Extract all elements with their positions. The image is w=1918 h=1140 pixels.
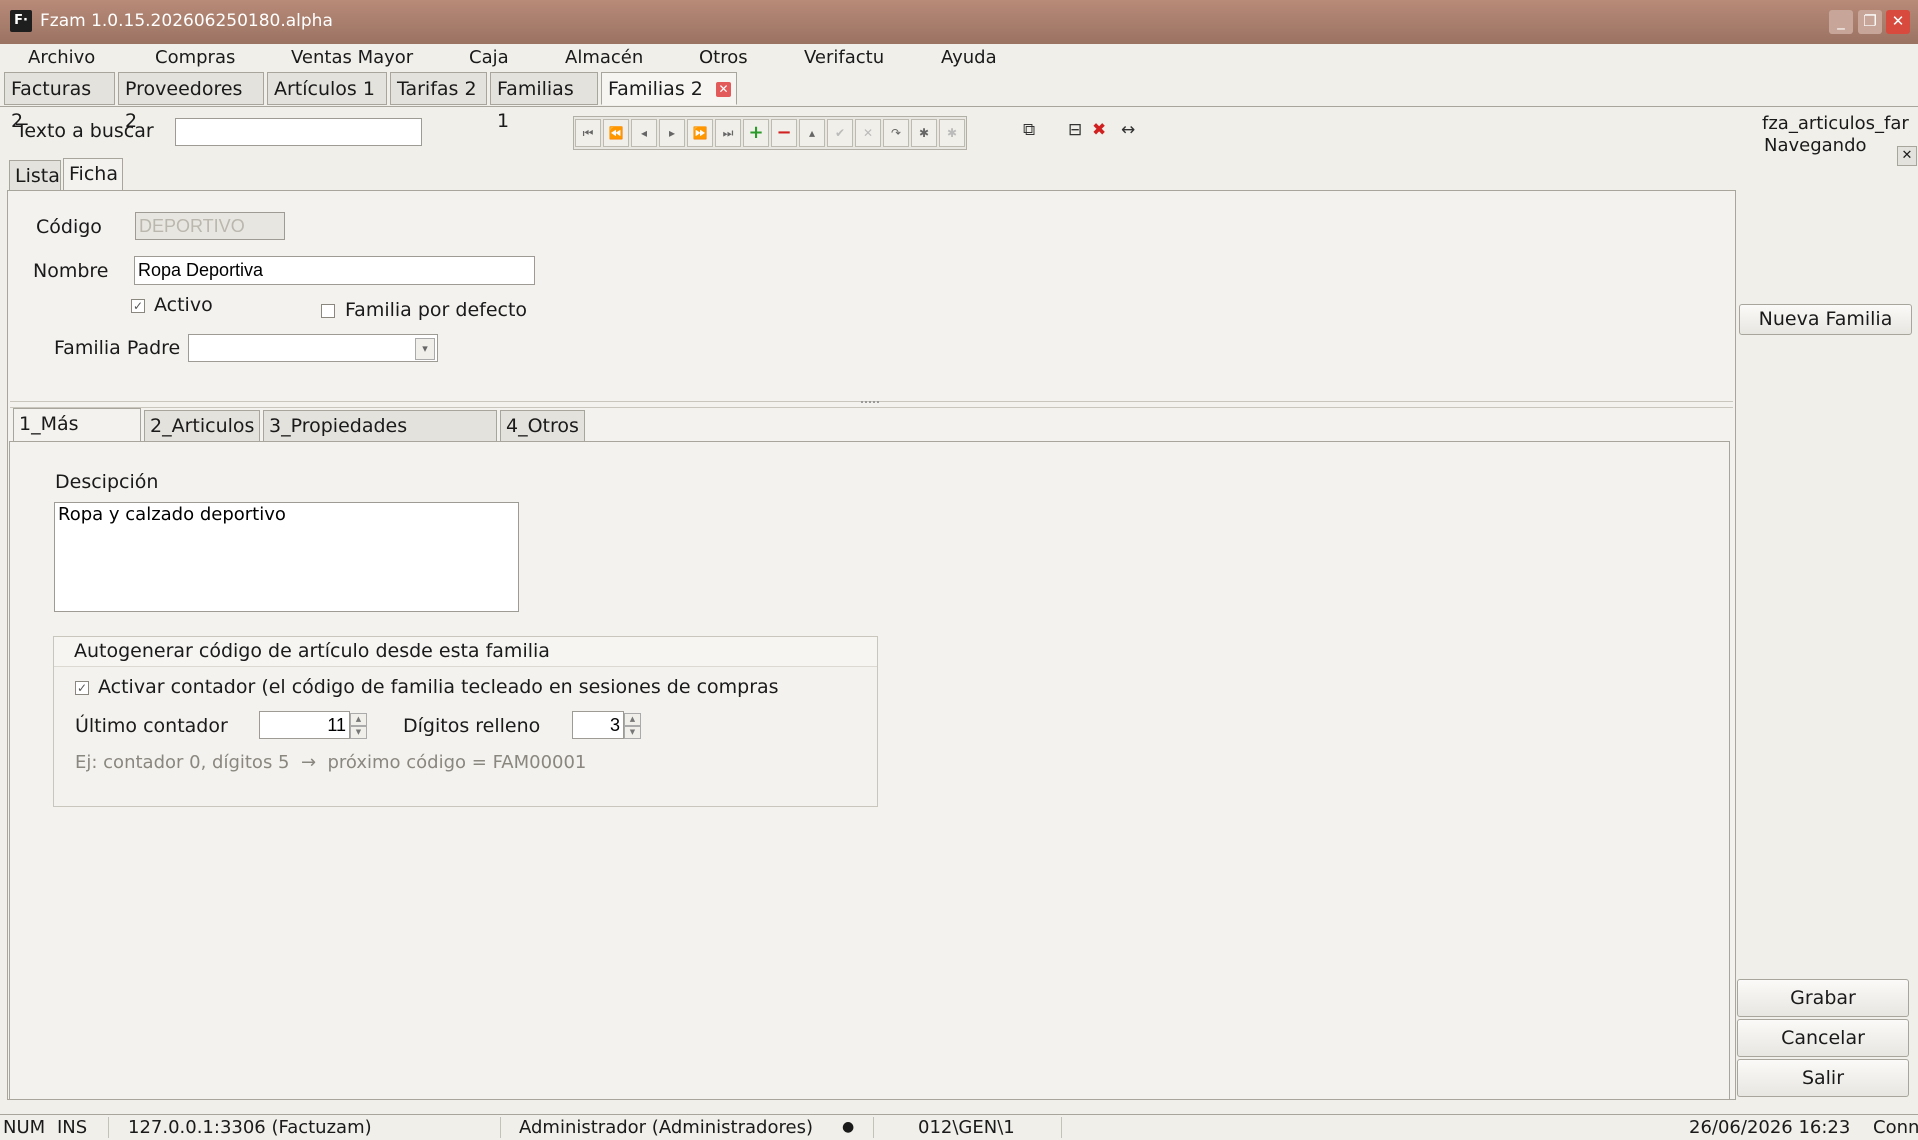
search-label: Texto a buscar [16, 120, 154, 142]
familia-padre-select[interactable]: ▾ [188, 334, 438, 362]
spin-down-icon[interactable]: ▼ [624, 726, 641, 739]
save-layout-icon[interactable]: ⊟ [1068, 120, 1082, 140]
close-window-button[interactable]: ✕ [1886, 10, 1910, 34]
ultimo-contador-input[interactable] [259, 711, 350, 739]
server-info: 127.0.0.1:3306 (Factuzam) [128, 1117, 372, 1138]
salir-button[interactable]: Salir [1737, 1059, 1909, 1097]
digitos-relleno-input[interactable] [572, 711, 624, 739]
user-status-icon: ● [842, 1119, 855, 1135]
descripcion-textarea[interactable]: Ropa y calzado deportivo [54, 502, 519, 612]
delete-record-button[interactable]: − [771, 119, 797, 147]
path-info: 012\GEN\1 [918, 1117, 1015, 1138]
tab-otros[interactable]: 4_Otros [500, 410, 585, 441]
tab-familias-2-label: Familias 2 [608, 78, 703, 100]
refresh-button[interactable]: ↷ [883, 119, 909, 147]
menu-ayuda[interactable]: Ayuda [941, 47, 997, 68]
menu-caja[interactable]: Caja [469, 47, 509, 68]
ejemplo-hint: Ej: contador 0, dígitos 5 → próximo códi… [75, 752, 587, 773]
menu-otros[interactable]: Otros [699, 47, 748, 68]
menu-almacen[interactable]: Almacén [565, 47, 643, 68]
menu-verifactu[interactable]: Verifactu [804, 47, 884, 68]
first-record-button[interactable]: ⏮ [575, 119, 601, 147]
spin-up-icon[interactable]: ▲ [624, 713, 641, 726]
digitos-relleno-label: Dígitos relleno [403, 715, 541, 737]
edit-record-button[interactable]: ▴ [799, 119, 825, 147]
user-info: Administrador (Administradores) [519, 1117, 813, 1138]
window-title: Fzam 1.0.15.202606250180.alpha [40, 11, 333, 31]
digitos-relleno-stepper[interactable]: ▲ ▼ [624, 713, 641, 739]
familia-padre-label: Familia Padre [54, 337, 181, 359]
activo-checkbox[interactable]: ✓ [131, 299, 145, 313]
prev-record-button[interactable]: ◂ [631, 119, 657, 147]
tab-mas-datos[interactable]: 1_Más Datos [13, 408, 141, 465]
status-separator [108, 1117, 109, 1138]
autogenerar-title: Autogenerar código de artículo desde est… [74, 640, 550, 662]
table-name: fza_articulos_far [1762, 113, 1909, 134]
title-bar: F· Fzam 1.0.15.202606250180.alpha _ ❐ ✕ [0, 0, 1918, 44]
familia-defecto-checkbox[interactable] [321, 304, 335, 318]
tab-familias-1[interactable]: Familias 1 [490, 72, 598, 132]
spin-up-icon[interactable]: ▲ [350, 713, 367, 726]
mode-indicator: Navegando [1764, 135, 1867, 156]
tab-propiedades-articulos[interactable]: 3_Propiedades Artículos [263, 410, 497, 467]
minimize-button[interactable]: _ [1829, 10, 1853, 34]
num-lock-indicator: NUM [3, 1117, 46, 1138]
codigo-field[interactable] [135, 212, 285, 240]
ultimo-contador-label: Último contador [75, 715, 228, 737]
connection-status: Conn [1873, 1117, 1918, 1138]
activo-label: Activo [154, 294, 213, 316]
next-page-button[interactable]: ⏩ [687, 119, 713, 147]
status-separator [1061, 1117, 1062, 1138]
last-record-button[interactable]: ⏭ [715, 119, 741, 147]
menu-bar: Archivo Compras Ventas Mayor Caja Almacé… [0, 44, 1918, 72]
cancel-record-button[interactable]: ✕ [855, 119, 881, 147]
maximize-button[interactable]: ❐ [1858, 10, 1882, 34]
tab-familias-2[interactable]: Familias 2 ✕ [601, 72, 737, 105]
splitter-grip-icon[interactable] [861, 401, 879, 407]
nombre-label: Nombre [33, 260, 109, 282]
status-separator [873, 1117, 874, 1138]
ultimo-contador-stepper[interactable]: ▲ ▼ [350, 713, 367, 739]
search-input[interactable] [175, 118, 422, 146]
insert-indicator: INS [57, 1117, 88, 1138]
menu-archivo[interactable]: Archivo [28, 47, 95, 68]
status-separator [500, 1117, 501, 1138]
goto-bookmark-button[interactable]: ✱ [939, 119, 965, 147]
familia-defecto-label: Familia por defecto [345, 299, 528, 321]
activar-contador-label: Activar contador (el código de familia t… [98, 676, 779, 698]
datetime: 26/06/2026 16:23 [1689, 1117, 1851, 1138]
record-navigator: ⏮ ⏪ ◂ ▸ ⏩ ⏭ + − ▴ ✔ ✕ ↷ ✱ ✱ [573, 116, 967, 150]
descripcion-label: Descipción [55, 471, 159, 493]
bookmark-button[interactable]: ✱ [911, 119, 937, 147]
activar-contador-checkbox[interactable]: ✓ [75, 681, 89, 695]
codigo-label: Código [36, 216, 102, 238]
resize-columns-icon[interactable]: ↔ [1121, 120, 1135, 140]
tab-lista[interactable]: Lista [9, 160, 61, 191]
tab-articulos-1[interactable]: Artículos 1 [267, 72, 387, 105]
tab-facturas-2[interactable]: Facturas 2 [4, 72, 115, 132]
tab-proveedores-2[interactable]: Proveedores 2 [118, 72, 264, 132]
tab-tarifas-2[interactable]: Tarifas 2 [390, 72, 487, 105]
add-record-button[interactable]: + [743, 119, 769, 147]
app-icon: F· [10, 10, 32, 32]
copy-icon[interactable]: ⧉ [1023, 120, 1035, 140]
close-tab-icon[interactable]: ✕ [716, 82, 731, 97]
nueva-familia-button[interactable]: Nueva Familia [1739, 304, 1912, 335]
menu-compras[interactable]: Compras [155, 47, 235, 68]
delete-layout-icon[interactable]: ✖ [1092, 120, 1106, 140]
grabar-button[interactable]: Grabar [1737, 979, 1909, 1017]
chevron-down-icon[interactable]: ▾ [415, 338, 435, 360]
tab-articulos[interactable]: 2_Articulos [144, 410, 260, 441]
nombre-field[interactable] [134, 256, 535, 285]
document-tabs: Facturas 2 Proveedores 2 Artículos 1 Tar… [0, 72, 1918, 166]
status-bar: NUM INS 127.0.0.1:3306 (Factuzam) Admini… [0, 1114, 1918, 1140]
post-record-button[interactable]: ✔ [827, 119, 853, 147]
prev-page-button[interactable]: ⏪ [603, 119, 629, 147]
tab-ficha[interactable]: Ficha [63, 158, 123, 191]
menu-ventas-mayor[interactable]: Ventas Mayor [291, 47, 413, 68]
spin-down-icon[interactable]: ▼ [350, 726, 367, 739]
cancelar-button[interactable]: Cancelar [1737, 1019, 1909, 1057]
next-record-button[interactable]: ▸ [659, 119, 685, 147]
